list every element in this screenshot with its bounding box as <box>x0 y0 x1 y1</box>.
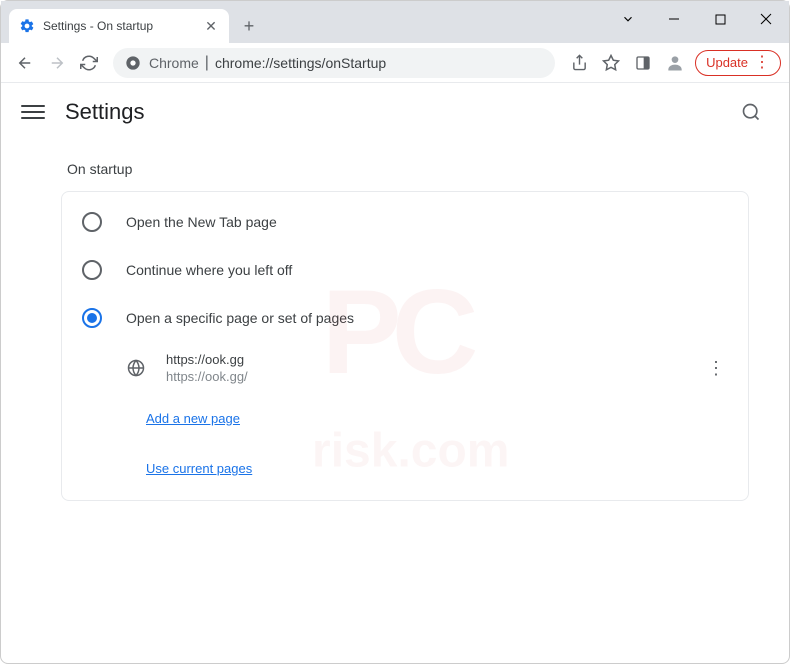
radio-label: Continue where you left off <box>126 262 292 278</box>
startup-page-url: https://ook.gg/ <box>166 369 704 384</box>
forward-button[interactable] <box>41 47 73 79</box>
bookmark-icon[interactable] <box>595 47 627 79</box>
address-site: Chrome <box>149 55 199 71</box>
radio-icon <box>82 212 102 232</box>
new-tab-button[interactable]: + <box>235 12 263 40</box>
update-button[interactable]: Update ⋮ <box>695 50 781 76</box>
gear-icon <box>19 18 35 34</box>
add-page-row: Add a new page <box>62 394 748 444</box>
globe-icon <box>126 358 146 378</box>
address-url: chrome://settings/onStartup <box>215 55 386 71</box>
profile-icon[interactable] <box>659 47 691 79</box>
maximize-button[interactable] <box>697 1 743 37</box>
radio-specific-pages[interactable]: Open a specific page or set of pages <box>62 294 748 342</box>
radio-continue[interactable]: Continue where you left off <box>62 246 748 294</box>
minimize-button[interactable] <box>651 1 697 37</box>
startup-page-title: https://ook.gg <box>166 352 704 367</box>
radio-label: Open the New Tab page <box>126 214 277 230</box>
settings-content: On startup Open the New Tab page Continu… <box>1 161 789 521</box>
close-window-button[interactable] <box>743 1 789 37</box>
use-current-link[interactable]: Use current pages <box>146 461 252 476</box>
radio-label: Open a specific page or set of pages <box>126 310 354 326</box>
more-actions-icon[interactable]: ⋮ <box>704 356 728 380</box>
titlebar: Settings - On startup ✕ + <box>1 1 789 43</box>
startup-card: Open the New Tab page Continue where you… <box>61 191 749 501</box>
sidepanel-icon[interactable] <box>627 47 659 79</box>
close-icon[interactable]: ✕ <box>203 18 219 34</box>
radio-icon <box>82 308 102 328</box>
address-bar[interactable]: Chrome | chrome://settings/onStartup <box>113 48 555 78</box>
settings-header: Settings <box>1 83 789 141</box>
chevron-down-icon[interactable] <box>605 1 651 37</box>
tab-title: Settings - On startup <box>43 19 203 33</box>
menu-icon[interactable] <box>21 100 45 124</box>
update-label: Update <box>706 55 748 70</box>
browser-toolbar: Chrome | chrome://settings/onStartup Upd… <box>1 43 789 83</box>
browser-tab[interactable]: Settings - On startup ✕ <box>9 9 229 43</box>
share-icon[interactable] <box>563 47 595 79</box>
add-page-link[interactable]: Add a new page <box>146 411 240 426</box>
section-title: On startup <box>67 161 749 177</box>
use-current-row: Use current pages <box>62 444 748 494</box>
startup-page-row: https://ook.gg https://ook.gg/ ⋮ <box>62 342 748 394</box>
back-button[interactable] <box>9 47 41 79</box>
chrome-icon <box>125 55 141 71</box>
menu-dots-icon: ⋮ <box>754 55 770 71</box>
page-title: Settings <box>65 99 733 125</box>
radio-icon <box>82 260 102 280</box>
radio-new-tab[interactable]: Open the New Tab page <box>62 198 748 246</box>
search-icon[interactable] <box>733 94 769 130</box>
reload-button[interactable] <box>73 47 105 79</box>
